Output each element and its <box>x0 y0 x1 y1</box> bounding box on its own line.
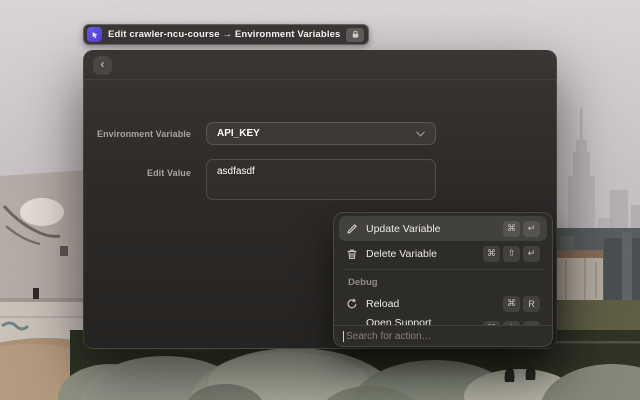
keycap: ⇧ <box>503 245 520 262</box>
dropdown-selected-value: API_KEY <box>217 128 260 139</box>
action-search-input[interactable] <box>346 330 543 342</box>
action-label: Open Support Directory <box>366 316 432 326</box>
shortcut-keys: ⌘ ⇧ ↵ <box>483 245 540 262</box>
lock-icon <box>346 27 365 42</box>
action-search-bar <box>334 325 552 346</box>
keycap: R <box>523 295 540 312</box>
navigation-title-pill[interactable]: Edit crawler-ncu-course → Environment Va… <box>83 24 370 45</box>
back-button[interactable]: ‹ <box>93 55 112 75</box>
keycap: ⌘ <box>503 220 520 237</box>
extension-icon <box>87 27 102 42</box>
environment-variable-dropdown[interactable]: API_KEY <box>206 122 436 145</box>
edit-value-textarea[interactable]: asdfasdf <box>206 159 436 200</box>
chevron-down-icon <box>416 131 425 137</box>
shortcut-keys: ⌘ ↵ <box>503 220 540 237</box>
action-label: Reload <box>366 297 400 310</box>
action-list: Update Variable ⌘ ↵ Delete Variable ⌘ ⇧ … <box>334 213 552 325</box>
nav-title: Edit crawler-ncu-course → Environment Va… <box>108 29 341 40</box>
reload-icon <box>346 298 358 310</box>
keycap: ⌘ <box>503 295 520 312</box>
action-item-reload[interactable]: Reload ⌘ R <box>339 291 547 316</box>
action-section-debug: Debug <box>348 277 378 288</box>
action-panel: Update Variable ⌘ ↵ Delete Variable ⌘ ⇧ … <box>333 212 553 347</box>
divider <box>342 269 544 270</box>
action-item-delete-variable[interactable]: Delete Variable ⌘ ⇧ ↵ <box>339 241 547 266</box>
trash-icon <box>346 248 358 260</box>
keycap: ⌘ <box>483 245 500 262</box>
action-label: Update Variable <box>366 222 441 235</box>
pencil-icon <box>346 223 358 235</box>
text-cursor <box>343 330 344 342</box>
keycap: ↵ <box>523 220 540 237</box>
keycap: ↵ <box>523 245 540 262</box>
environment-variable-label: Environment Variable <box>96 129 191 139</box>
edit-value-label: Edit Value <box>146 168 191 178</box>
action-item-update-variable[interactable]: Update Variable ⌘ ↵ <box>339 216 547 241</box>
action-item-open-support-directory[interactable]: Open Support Directory ⌘ ⇧ S <box>339 316 547 325</box>
window-header: ‹ <box>84 51 556 80</box>
action-label: Delete Variable <box>366 247 438 260</box>
shortcut-keys: ⌘ R <box>503 295 540 312</box>
